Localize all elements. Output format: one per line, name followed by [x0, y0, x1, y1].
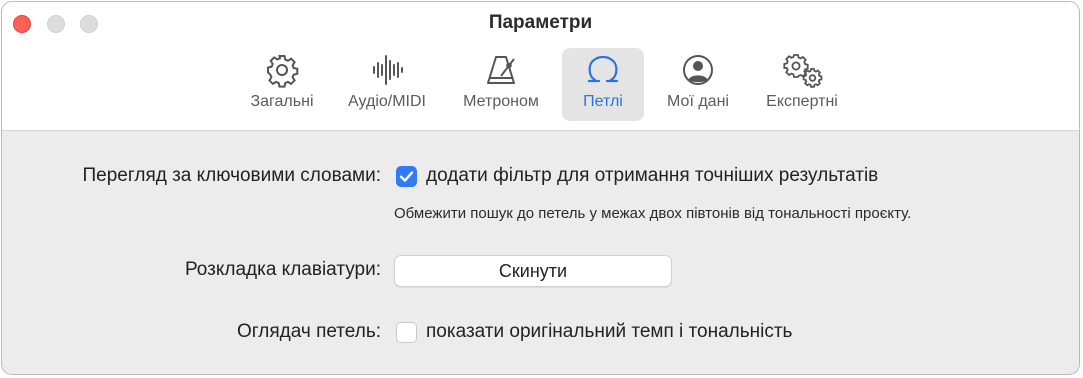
tab-label: Аудіо/MIDI [348, 93, 426, 110]
tab-label: Загальні [250, 93, 314, 110]
loop-icon [585, 48, 621, 92]
tab-label: Петлі [583, 93, 623, 110]
reset-button[interactable]: Скинути [394, 255, 672, 287]
tab-my-data[interactable]: Мої дані [656, 48, 740, 121]
tab-general[interactable]: Загальні [240, 48, 324, 121]
metronome-icon [483, 48, 519, 92]
keyword-filter-label[interactable]: додати фільтр для отримання точніших рез… [426, 165, 878, 187]
tab-label: Мої дані [667, 93, 729, 110]
preferences-window: Параметри Загальні Аудіо/MIDI Метроном П… [1, 1, 1080, 375]
loop-browser-label: Оглядач петель: [237, 321, 381, 342]
show-original-tempo-label[interactable]: показати оригінальний темп і тональність [426, 321, 792, 343]
checkmark-icon [399, 171, 414, 182]
keyword-browsing-label: Перегляд за ключовими словами: [82, 165, 381, 186]
person-icon [680, 48, 716, 92]
waveform-icon [369, 48, 405, 92]
tab-advanced[interactable]: Експертні [754, 48, 850, 121]
toolbar: Параметри Загальні Аудіо/MIDI Метроном П… [2, 2, 1079, 131]
tab-label: Метроном [463, 93, 539, 110]
tab-loops[interactable]: Петлі [562, 48, 644, 121]
tab-metronome[interactable]: Метроном [451, 48, 551, 121]
keyword-filter-hint: Обмежити пошук до петель у межах двох пі… [394, 205, 912, 222]
tab-audio-midi[interactable]: Аудіо/MIDI [338, 48, 436, 121]
keyboard-layout-label: Розкладка клавіатури: [184, 259, 381, 280]
loops-settings-pane: Перегляд за ключовими словами: додати фі… [2, 131, 1079, 374]
gear-icon [264, 48, 300, 92]
show-original-tempo-checkbox[interactable] [396, 322, 417, 343]
gears-icon [780, 48, 824, 92]
tab-label: Експертні [766, 93, 838, 110]
keyword-filter-checkbox[interactable] [396, 166, 417, 187]
window-title: Параметри [488, 12, 593, 33]
